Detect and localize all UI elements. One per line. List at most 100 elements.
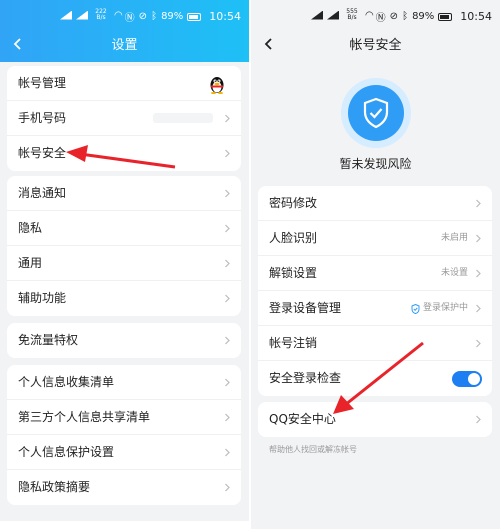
settings-item-label: 个人信息保护设置 <box>18 445 115 459</box>
chevron-right-icon <box>224 114 231 123</box>
battery-icon <box>438 12 453 21</box>
settings-item-label: 辅助功能 <box>18 291 67 305</box>
mute-icon: ⊘ <box>138 11 148 22</box>
settings-item-third-party-sharing[interactable]: 第三方个人信息共享清单 <box>7 400 241 435</box>
chevron-right-icon <box>224 189 231 198</box>
security-item-safe-login-check: 安全登录检查 <box>258 361 492 396</box>
security-item-label: QQ安全中心 <box>269 412 336 426</box>
settings-item-label: 手机号码 <box>18 111 67 125</box>
bluetooth-icon: ᛒ <box>402 11 409 22</box>
status-value: 未设置 <box>440 268 468 278</box>
signal-icon <box>311 10 323 20</box>
signal-icon <box>327 10 339 20</box>
chevron-right-icon <box>224 149 231 158</box>
settings-group-personal-info: 个人信息收集清单 第三方个人信息共享清单 个人信息保护设置 隐私政策摘要 <box>7 365 241 505</box>
settings-item-label: 通用 <box>18 256 43 270</box>
battery-percent: 89% <box>161 11 184 22</box>
chevron-right-icon <box>224 448 231 457</box>
wifi-icon: ◠ <box>114 9 123 21</box>
badge-text: 登录保护中 <box>422 303 468 313</box>
chevron-right-icon <box>475 304 482 313</box>
settings-item-phone-number[interactable]: 手机号码 <box>7 101 241 136</box>
settings-item-privacy[interactable]: 隐私 <box>7 211 241 246</box>
settings-item-general[interactable]: 通用 <box>7 246 241 281</box>
battery-percent: 89% <box>412 11 435 22</box>
qq-security-center-group: QQ安全中心 <box>258 402 492 437</box>
qq-security-center-item[interactable]: QQ安全中心 <box>258 402 492 437</box>
chevron-right-icon <box>224 259 231 268</box>
login-protection-badge: 登录保护中 <box>411 291 468 326</box>
bottom-edge <box>0 521 249 529</box>
security-item-unlock-settings[interactable]: 解锁设置 未设置 <box>258 256 492 291</box>
chevron-right-icon <box>475 199 482 208</box>
settings-item-label: 帐号安全 <box>18 146 67 160</box>
settings-item-info-protection[interactable]: 个人信息保护设置 <box>7 435 241 470</box>
settings-item-account-security[interactable]: 帐号安全 <box>7 136 241 171</box>
security-item-account-deletion[interactable]: 帐号注销 <box>258 326 492 361</box>
settings-item-accessibility[interactable]: 辅助功能 <box>7 281 241 316</box>
clock: 10:54 <box>209 10 241 23</box>
security-item-label: 登录设备管理 <box>269 301 342 315</box>
qq-security-center-hint: 帮助他人找回或解冻帐号 <box>269 445 357 454</box>
settings-item-label: 个人信息收集清单 <box>18 375 115 389</box>
settings-item-label: 第三方个人信息共享清单 <box>18 410 151 424</box>
account-security-screen: 555 B/s ◠ Ⓝ ⊘ ᛒ 89% 10:54 帐号安全 暂未发现风险 密码… <box>251 0 500 529</box>
security-item-label: 帐号注销 <box>269 336 318 350</box>
settings-item-info-collection-list[interactable]: 个人信息收集清单 <box>7 365 241 400</box>
chevron-right-icon <box>475 415 482 424</box>
chevron-right-icon <box>224 224 231 233</box>
signal-icon <box>76 10 88 20</box>
bluetooth-icon: ᛒ <box>151 11 158 22</box>
network-speed: 222 B/s <box>95 8 107 21</box>
settings-item-notifications[interactable]: 消息通知 <box>7 176 241 211</box>
battery-icon <box>187 12 202 21</box>
phone-number-redacted <box>153 113 213 123</box>
nfc-icon: Ⓝ <box>124 13 135 24</box>
security-status-shield <box>341 78 411 148</box>
security-settings-group: 密码修改 人脸识别 未启用 解锁设置 未设置 登录设备管理 登录保护中 帐号注销… <box>258 186 492 396</box>
settings-item-privacy-summary[interactable]: 隐私政策摘要 <box>7 470 241 505</box>
signal-icon <box>60 10 72 20</box>
chevron-right-icon <box>224 378 231 387</box>
chevron-right-icon <box>224 294 231 303</box>
settings-item-label: 免流量特权 <box>18 333 79 347</box>
security-item-label: 安全登录检查 <box>269 371 342 385</box>
status-bar: 222 B/s ◠ Ⓝ ⊘ ᛒ 89% 10:54 <box>0 0 249 30</box>
chevron-right-icon <box>224 483 231 492</box>
status-value: 未启用 <box>440 233 468 243</box>
security-item-label: 人脸识别 <box>269 231 318 245</box>
settings-item-label: 隐私 <box>18 221 43 235</box>
settings-item-label: 消息通知 <box>18 186 67 200</box>
network-speed: 555 B/s <box>346 8 358 21</box>
security-item-label: 密码修改 <box>269 196 318 210</box>
settings-group-account: 帐号管理 手机号码 帐号安全 <box>7 66 241 171</box>
page-title: 设置 <box>111 38 138 53</box>
chevron-right-icon <box>224 336 231 345</box>
chevron-right-icon <box>224 413 231 422</box>
security-item-label: 解锁设置 <box>269 266 318 280</box>
settings-screen: 222 B/s ◠ Ⓝ ⊘ ᛒ 89% 10:54 设置 帐号管理 手机号码 帐… <box>0 0 249 529</box>
nfc-icon: Ⓝ <box>375 13 386 24</box>
security-item-device-management[interactable]: 登录设备管理 登录保护中 <box>258 291 492 326</box>
status-bar: 555 B/s ◠ Ⓝ ⊘ ᛒ 89% 10:54 <box>251 0 500 30</box>
chevron-right-icon <box>475 339 482 348</box>
shield-check-icon <box>363 97 389 129</box>
settings-item-label: 帐号管理 <box>18 76 67 90</box>
shield-check-icon <box>411 303 420 314</box>
security-item-face-recognition[interactable]: 人脸识别 未启用 <box>258 221 492 256</box>
security-item-password-change[interactable]: 密码修改 <box>258 186 492 221</box>
safe-login-check-toggle[interactable] <box>452 371 482 387</box>
chevron-right-icon <box>475 269 482 278</box>
settings-group-data: 免流量特权 <box>7 323 241 358</box>
security-status-text: 暂未发现风险 <box>339 157 412 171</box>
wifi-icon: ◠ <box>365 9 374 21</box>
settings-item-free-data[interactable]: 免流量特权 <box>7 323 241 358</box>
settings-item-account-management[interactable]: 帐号管理 <box>7 66 241 101</box>
toggle-knob <box>468 373 480 385</box>
qq-penguin-avatar <box>210 77 224 94</box>
clock: 10:54 <box>460 10 492 23</box>
settings-item-label: 隐私政策摘要 <box>18 480 91 494</box>
settings-group-general: 消息通知 隐私 通用 辅助功能 <box>7 176 241 316</box>
page-title: 帐号安全 <box>349 38 402 53</box>
chevron-right-icon <box>475 234 482 243</box>
